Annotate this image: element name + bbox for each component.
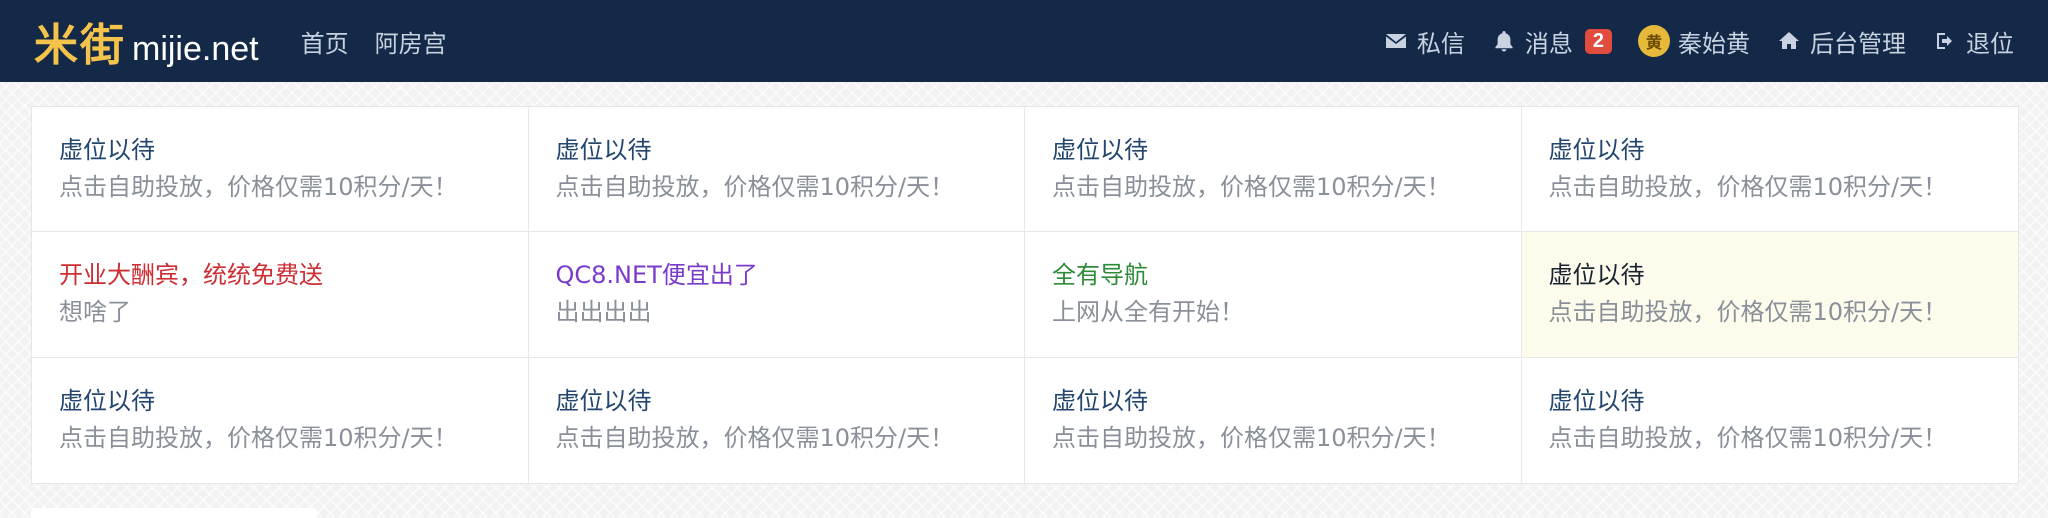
ad-slot-title: 虚位以待 bbox=[555, 136, 652, 164]
ad-slot[interactable]: QC8.NET便宜出了 出出出出 bbox=[528, 232, 1025, 358]
ad-slot-desc: 想啥了 bbox=[59, 298, 131, 327]
ad-slot-desc: 上网从全有开始！ bbox=[1052, 298, 1244, 327]
admin-panel-link[interactable]: 后台管理 bbox=[1776, 24, 1906, 59]
ad-slot-title: QC8.NET便宜出了 bbox=[555, 261, 758, 290]
ad-slot[interactable]: 虚位以待 点击自助投放，价格仅需10积分/天！ bbox=[529, 357, 1025, 483]
ad-slot-desc: 点击自助投放，价格仅需10积分/天！ bbox=[59, 173, 458, 201]
ad-slot-desc: 点击自助投放，价格仅需10积分/天！ bbox=[1548, 173, 1948, 201]
ad-slot-title: 虚位以待 bbox=[1052, 386, 1148, 415]
notification-count-badge: 2 bbox=[1584, 28, 1612, 54]
private-message-label: 私信 bbox=[1416, 29, 1465, 58]
ad-slot[interactable]: 虚位以待 点击自助投放，价格仅需10积分/天！ bbox=[1521, 232, 2018, 358]
ad-slot[interactable]: 虚位以待 点击自助投放，价格仅需10积分/天！ bbox=[1025, 357, 1522, 483]
ad-slot-desc: 点击自助投放，价格仅需10积分/天！ bbox=[555, 423, 955, 452]
ad-slot-desc: 点击自助投放，价格仅需10积分/天！ bbox=[1052, 173, 1451, 201]
logout-label: 退位 bbox=[1966, 29, 2014, 58]
next-panel-edge bbox=[31, 508, 317, 518]
avatar: 黄 bbox=[1638, 25, 1670, 57]
ad-slot-title: 开业大酬宾，统统免费送 bbox=[59, 261, 323, 290]
ad-slot[interactable]: 虚位以待 点击自助投放，价格仅需10积分/天！ bbox=[528, 107, 1025, 233]
logo-cn-text: 米街 bbox=[34, 20, 126, 71]
ad-slot[interactable]: 虚位以待 点击自助投放，价格仅需10积分/天！ bbox=[32, 107, 529, 233]
ad-slot[interactable]: 开业大酬宾，统统免费送 想啥了 bbox=[32, 232, 529, 358]
username-label: 秦始黄 bbox=[1678, 29, 1750, 58]
ad-slot-title: 虚位以待 bbox=[1052, 136, 1148, 164]
ad-slot-desc: 出出出出 bbox=[555, 298, 652, 327]
ad-slot-desc: 点击自助投放，价格仅需10积分/天！ bbox=[59, 423, 458, 452]
top-navbar: 米街 mijie.net 首页 阿房宫 私信 消息 2 黄 秦始黄 后台管理 退… bbox=[0, 0, 2048, 82]
envelope-icon bbox=[1383, 28, 1409, 54]
ad-slots-grid: 虚位以待 点击自助投放，价格仅需10积分/天！ 虚位以待 点击自助投放，价格仅需… bbox=[31, 106, 2019, 484]
ad-slot-desc: 点击自助投放，价格仅需10积分/天！ bbox=[1548, 298, 1948, 327]
ad-slot-title: 虚位以待 bbox=[1548, 386, 1645, 415]
ad-slot-title: 虚位以待 bbox=[59, 136, 155, 164]
ad-slot[interactable]: 虚位以待 点击自助投放，价格仅需10积分/天！ bbox=[32, 357, 529, 483]
nav-home-link[interactable]: 首页 bbox=[301, 24, 349, 59]
ad-slot-title: 全有导航 bbox=[1052, 261, 1148, 290]
user-profile-link[interactable]: 黄 秦始黄 bbox=[1638, 24, 1750, 59]
logout-link[interactable]: 退位 bbox=[1932, 24, 2014, 59]
ad-slot[interactable]: 虚位以待 点击自助投放，价格仅需10积分/天！ bbox=[1521, 107, 2018, 233]
notifications-link[interactable]: 消息 2 bbox=[1491, 24, 1612, 59]
ad-slot[interactable]: 虚位以待 点击自助投放，价格仅需10积分/天！ bbox=[1025, 107, 1522, 233]
ad-slot-desc: 点击自助投放，价格仅需10积分/天！ bbox=[555, 173, 955, 201]
ad-slot-desc: 点击自助投放，价格仅需10积分/天！ bbox=[1052, 423, 1451, 452]
site-logo[interactable]: 米街 mijie.net bbox=[34, 9, 259, 73]
ad-slot[interactable]: 虚位以待 点击自助投放，价格仅需10积分/天！ bbox=[1522, 358, 2019, 483]
private-message-link[interactable]: 私信 bbox=[1383, 24, 1465, 59]
bell-icon bbox=[1491, 28, 1517, 54]
ad-slot-desc: 点击自助投放，价格仅需10积分/天！ bbox=[1548, 423, 1948, 452]
ad-slot-title: 虚位以待 bbox=[555, 386, 652, 415]
ad-slot-title: 虚位以待 bbox=[59, 386, 155, 415]
sign-out-icon bbox=[1932, 28, 1958, 54]
ad-slot-title: 虚位以待 bbox=[1548, 261, 1645, 290]
ad-slot-title: 虚位以待 bbox=[1548, 136, 1645, 164]
nav-afanggong-link[interactable]: 阿房宫 bbox=[375, 24, 447, 59]
notifications-label: 消息 bbox=[1524, 29, 1573, 58]
ad-slot[interactable]: 全有导航 上网从全有开始！ bbox=[1025, 232, 1522, 358]
logo-en-text: mijie.net bbox=[132, 30, 259, 68]
user-nav: 私信 消息 2 黄 秦始黄 后台管理 退位 bbox=[1383, 24, 2014, 59]
main-nav: 首页 阿房宫 bbox=[301, 24, 447, 59]
admin-panel-label: 后台管理 bbox=[1810, 29, 1906, 58]
home-icon bbox=[1776, 28, 1802, 54]
